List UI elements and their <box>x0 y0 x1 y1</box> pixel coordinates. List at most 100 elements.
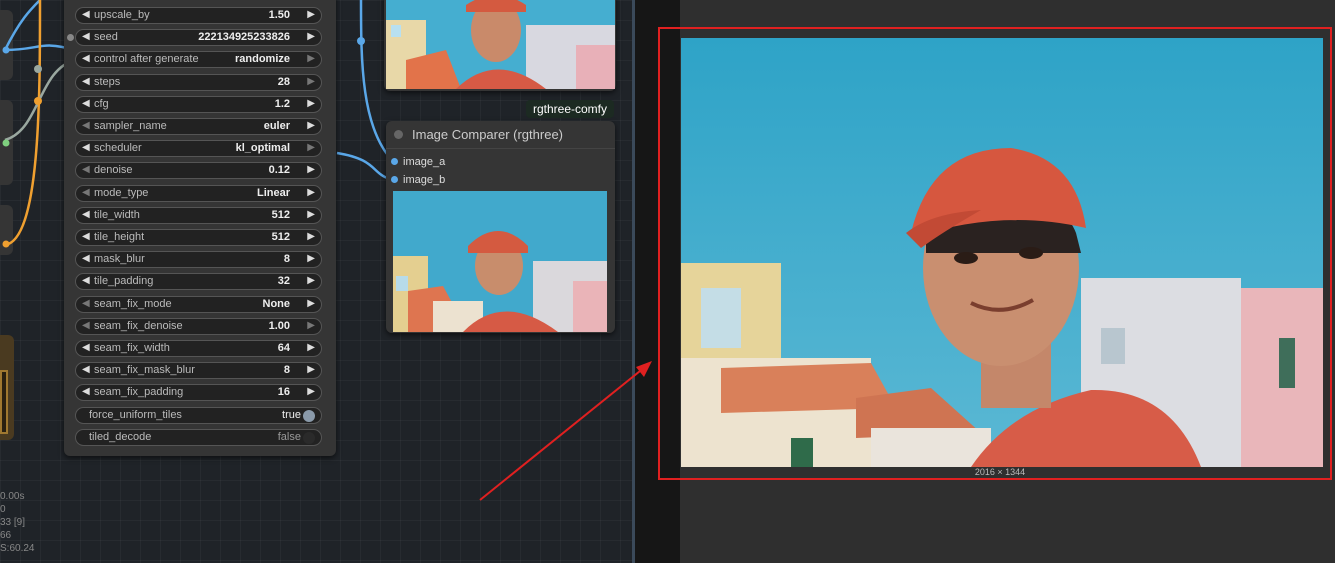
toggle-label: force_uniform_tiles <box>89 408 182 421</box>
widget-value: 1.00 <box>268 319 290 332</box>
link-dot-blue <box>357 37 365 45</box>
image-b-input-label: image_b <box>403 174 446 186</box>
increment-arrow-icon[interactable]: ▶ <box>307 53 315 64</box>
widget-label: tile_height <box>94 231 145 243</box>
comparer-image[interactable] <box>393 191 607 332</box>
widget-scheduler[interactable]: ◀ scheduler kl_optimal ▶ <box>75 140 322 158</box>
widget-label: upscale_by <box>94 9 150 21</box>
decrement-arrow-icon[interactable]: ◀ <box>82 298 90 309</box>
increment-arrow-icon[interactable]: ▶ <box>307 120 315 131</box>
increment-arrow-icon[interactable]: ▶ <box>307 320 315 331</box>
decrement-arrow-icon[interactable]: ◀ <box>82 187 90 198</box>
status-line-1: 0.00s <box>0 491 25 502</box>
status-line-4: 66 <box>0 530 12 541</box>
increment-arrow-icon[interactable]: ▶ <box>307 209 315 220</box>
widget-value: None <box>262 297 291 310</box>
widget-value: 32 <box>277 275 290 288</box>
increment-arrow-icon[interactable]: ▶ <box>307 98 315 109</box>
widget-steps[interactable]: ◀ steps 28 ▶ <box>75 73 322 91</box>
toggle-tiled-decode[interactable]: tiled_decode false <box>75 428 322 446</box>
increment-arrow-icon[interactable]: ▶ <box>307 364 315 375</box>
widget-value: 16 <box>277 386 290 399</box>
highlight-box <box>658 27 1332 480</box>
decrement-arrow-icon[interactable]: ◀ <box>82 275 90 286</box>
widget-tile-width[interactable]: ◀ tile_width 512 ▶ <box>75 206 322 224</box>
link-dot-orange <box>34 97 42 105</box>
decrement-arrow-icon[interactable]: ◀ <box>82 231 90 242</box>
widget-value: 0.12 <box>268 164 290 177</box>
widget-value: 8 <box>283 364 290 377</box>
widget-tile-padding[interactable]: ◀ tile_padding 32 ▶ <box>75 273 322 291</box>
image-a-input-label: image_a <box>403 156 446 168</box>
widget-upscale-by[interactable]: ◀ upscale_by 1.50 ▶ <box>75 7 322 24</box>
widget-label: sampler_name <box>94 120 167 132</box>
widget-seam-fix-mode[interactable]: ◀ seam_fix_mode None ▶ <box>75 295 322 313</box>
widget-seam-fix-padding[interactable]: ◀ seam_fix_padding 16 ▶ <box>75 384 322 402</box>
toggle-value: false <box>277 430 301 443</box>
increment-arrow-icon[interactable]: ▶ <box>307 275 315 286</box>
widget-label: scheduler <box>94 142 142 155</box>
widget-value: 1.2 <box>274 97 290 110</box>
status-line-5: S:60.24 <box>0 543 35 554</box>
increment-arrow-icon[interactable]: ▶ <box>307 142 315 153</box>
decrement-arrow-icon[interactable]: ◀ <box>82 253 90 264</box>
increment-arrow-icon[interactable]: ▶ <box>307 253 315 264</box>
widget-seam-fix-denoise[interactable]: ◀ seam_fix_denoise 1.00 ▶ <box>75 317 322 335</box>
decrement-arrow-icon[interactable]: ◀ <box>82 386 90 397</box>
image-a-input-dot[interactable] <box>391 158 398 165</box>
link-dot-orange-left <box>2 240 10 248</box>
decrement-arrow-icon[interactable]: ◀ <box>82 164 90 175</box>
widget-label: seam_fix_denoise <box>94 319 183 332</box>
decrement-arrow-icon[interactable]: ◀ <box>82 31 90 42</box>
widget-mask-blur[interactable]: ◀ mask_blur 8 ▶ <box>75 251 322 269</box>
widget-sampler-name[interactable]: ◀ sampler_name euler ▶ <box>75 118 322 135</box>
decrement-arrow-icon[interactable]: ◀ <box>82 142 90 153</box>
widget-seam-fix-width[interactable]: ◀ seam_fix_width 64 ▶ <box>75 340 322 357</box>
link-orange-1 <box>4 0 42 247</box>
increment-arrow-icon[interactable]: ▶ <box>307 164 315 175</box>
collapse-dot-icon[interactable] <box>394 130 403 139</box>
toggle-knob-icon[interactable] <box>303 431 315 444</box>
decrement-arrow-icon[interactable]: ◀ <box>82 98 90 109</box>
increment-arrow-icon[interactable]: ▶ <box>307 31 315 42</box>
increment-arrow-icon[interactable]: ▶ <box>307 386 315 397</box>
widget-seed[interactable]: ◀ seed 222134925233826 ▶ <box>75 29 322 47</box>
toggle-label: tiled_decode <box>89 430 152 443</box>
increment-arrow-icon[interactable]: ▶ <box>307 76 315 87</box>
widget-label: cfg <box>94 97 109 110</box>
widget-label: seam_fix_padding <box>94 386 184 399</box>
widget-denoise[interactable]: ◀ denoise 0.12 ▶ <box>75 162 322 180</box>
widget-label: seam_fix_width <box>94 342 170 354</box>
seed-input-dot[interactable] <box>67 34 74 41</box>
link-dot-blue-left <box>2 46 10 54</box>
decrement-arrow-icon[interactable]: ◀ <box>82 120 90 131</box>
link-dot-gray <box>34 65 42 73</box>
widget-cfg[interactable]: ◀ cfg 1.2 ▶ <box>75 95 322 113</box>
widget-tile-height[interactable]: ◀ tile_height 512 ▶ <box>75 229 322 246</box>
increment-arrow-icon[interactable]: ▶ <box>307 298 315 309</box>
annotation-arrow <box>479 361 652 501</box>
toggle-knob-icon[interactable] <box>303 409 315 422</box>
decrement-arrow-icon[interactable]: ◀ <box>82 364 90 375</box>
decrement-arrow-icon[interactable]: ◀ <box>82 209 90 220</box>
decrement-arrow-icon[interactable]: ◀ <box>82 76 90 87</box>
decrement-arrow-icon[interactable]: ◀ <box>82 53 90 64</box>
decrement-arrow-icon[interactable]: ◀ <box>82 9 90 20</box>
arrow-head <box>636 361 652 377</box>
widget-label: seam_fix_mode <box>94 297 172 310</box>
toggle-force-uniform-tiles[interactable]: force_uniform_tiles true <box>75 406 322 424</box>
increment-arrow-icon[interactable]: ▶ <box>307 9 315 20</box>
widget-seam-fix-mask-blur[interactable]: ◀ seam_fix_mask_blur 8 ▶ <box>75 362 322 380</box>
image-b-input-dot[interactable] <box>391 176 398 183</box>
widget-value: 512 <box>271 231 290 243</box>
increment-arrow-icon[interactable]: ▶ <box>307 187 315 198</box>
widget-control-after-generate[interactable]: ◀ control after generate randomize ▶ <box>75 51 322 69</box>
increment-arrow-icon[interactable]: ▶ <box>307 342 315 353</box>
link-dot-green <box>2 139 10 147</box>
increment-arrow-icon[interactable]: ▶ <box>307 231 315 242</box>
widget-value: 222134925233826 <box>198 31 290 44</box>
widget-mode-type[interactable]: ◀ mode_type Linear ▶ <box>75 184 322 202</box>
decrement-arrow-icon[interactable]: ◀ <box>82 342 90 353</box>
group-tag: rgthree-comfy <box>526 100 614 118</box>
decrement-arrow-icon[interactable]: ◀ <box>82 320 90 331</box>
